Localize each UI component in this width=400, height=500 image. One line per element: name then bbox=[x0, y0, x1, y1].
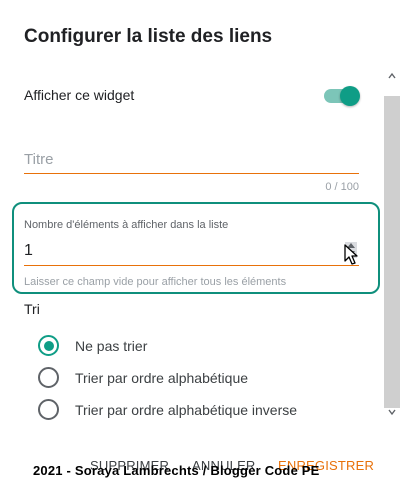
link-list-dialog: Configurer la liste des liens Afficher c… bbox=[0, 0, 400, 500]
sort-option-label: Trier par ordre alphabétique bbox=[75, 370, 249, 386]
title-char-counter: 0 / 100 bbox=[325, 181, 359, 193]
scroll-down-icon[interactable] bbox=[388, 408, 396, 416]
toggle-thumb bbox=[340, 86, 360, 106]
radio-unchecked-icon[interactable] bbox=[38, 367, 59, 388]
sort-option-label: Ne pas trier bbox=[75, 338, 148, 354]
show-widget-row: Afficher ce widget bbox=[24, 86, 360, 106]
sort-option-alpha-reverse[interactable]: Trier par ordre alphabétique inverse bbox=[38, 399, 338, 421]
show-widget-label: Afficher ce widget bbox=[24, 87, 135, 103]
scrollbar[interactable] bbox=[384, 68, 400, 424]
sort-option-alpha[interactable]: Trier par ordre alphabétique bbox=[38, 367, 338, 389]
mouse-cursor-icon bbox=[344, 244, 358, 265]
items-count-input[interactable]: 1 bbox=[24, 242, 33, 260]
title-field bbox=[24, 146, 359, 174]
radio-unchecked-icon[interactable] bbox=[38, 399, 59, 420]
watermark-text: 2021 - Soraya Lambrechts / Blogger Code … bbox=[33, 463, 320, 478]
radio-checked-icon[interactable] bbox=[38, 335, 59, 356]
items-count-hint: Laisser ce champ vide pour afficher tous… bbox=[24, 276, 287, 288]
items-count-label: Nombre d'éléments à afficher dans la lis… bbox=[24, 219, 229, 231]
items-count-field[interactable]: 1 bbox=[24, 238, 359, 266]
sort-label: Tri bbox=[24, 301, 40, 317]
sort-option-none[interactable]: Ne pas trier bbox=[38, 335, 338, 357]
dialog-title: Configurer la liste des liens bbox=[24, 26, 273, 47]
scroll-thumb[interactable] bbox=[384, 96, 400, 408]
scroll-up-icon[interactable] bbox=[388, 72, 396, 80]
sort-option-label: Trier par ordre alphabétique inverse bbox=[75, 402, 298, 418]
show-widget-toggle[interactable] bbox=[322, 86, 360, 106]
title-input[interactable] bbox=[24, 146, 359, 172]
